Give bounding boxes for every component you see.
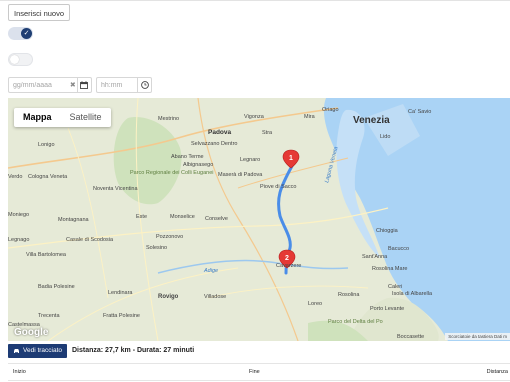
place-label: Abano Terme (171, 154, 204, 160)
place-label: Rosolina Mare (372, 266, 407, 272)
place-label: Loreo (308, 301, 322, 307)
check-icon: ✓ (21, 28, 32, 39)
toggle-switch-on[interactable]: ✓ (8, 27, 33, 40)
place-label: Boccasette (397, 334, 424, 340)
place-label: Padova (208, 129, 232, 136)
column-header-end: Fine (249, 369, 260, 375)
place-label: Adige (203, 268, 218, 274)
place-label: Lendinara (108, 290, 133, 296)
map-attribution[interactable]: Scorciatoie da tastiera Dati m (445, 333, 510, 340)
toggle-knob (10, 55, 19, 64)
place-label: Lido (380, 134, 390, 140)
marker-label: 1 (289, 155, 293, 162)
clear-icon[interactable]: ✖ (69, 81, 77, 89)
place-label: Villa Bartolomea (26, 252, 67, 258)
car-icon (14, 349, 19, 353)
place-label: Cavarzere (276, 263, 301, 269)
place-label: Monselice (170, 214, 195, 220)
place-label: Mira (304, 114, 316, 120)
marker-label: 2 (285, 255, 289, 262)
place-label: Cologna Veneta (28, 174, 68, 180)
place-label: Caleri (388, 284, 402, 290)
place-label: Parco del Delta del Po (328, 319, 383, 325)
place-label: Stra (262, 130, 273, 136)
place-label: Albignasego (183, 162, 213, 168)
place-label: Este (136, 214, 147, 220)
view-route-label: Vedi tracciato (23, 347, 63, 354)
map-type-toggle: Mappa Satellite (14, 108, 111, 127)
place-label: Trecenta (38, 313, 60, 319)
place-label: Pozzonovo (156, 234, 183, 240)
place-label: Casale di Scodosia (66, 237, 114, 243)
place-label: Sant'Anna (362, 254, 388, 260)
place-label: Mestrino (158, 116, 179, 122)
map-canvas: 1 2 Mestrino Vigonza Mira Oriago Venezia… (8, 98, 510, 341)
clock-icon[interactable] (137, 78, 151, 92)
place-label: Venezia (353, 115, 390, 126)
map-view[interactable]: 1 2 Mestrino Vigonza Mira Oriago Venezia… (8, 98, 510, 341)
map-type-map-button[interactable]: Mappa (14, 108, 61, 127)
top-divider (0, 0, 510, 1)
place-label: Chioggia (376, 228, 399, 234)
place-label: Ca' Savio (408, 109, 431, 115)
place-label: Badia Polesine (38, 284, 75, 290)
place-label: Oriago (322, 107, 339, 113)
place-label: Maserà di Padova (218, 172, 263, 178)
place-label: Rovigo (158, 294, 179, 300)
place-label: Noventa Vicentina (93, 186, 138, 192)
toggle-switch-off[interactable] (8, 53, 33, 66)
place-label: Fratta Polesine (103, 313, 140, 319)
column-header-distance: Distanza (486, 369, 508, 375)
place-label: Verdo (8, 174, 22, 180)
place-label: Legnago (8, 237, 29, 243)
google-logo: Google (14, 327, 49, 338)
place-label: Isola di Albarella (392, 291, 433, 297)
place-label: Rosolina (338, 292, 360, 298)
date-input-group: ✖ (8, 77, 92, 93)
place-label: Villadose (204, 294, 226, 300)
place-label: Bacucco (388, 246, 409, 252)
route-summary: Distanza: 27,7 km - Durata: 27 minuti (72, 347, 195, 354)
place-label: Parco Regionale dei Colli Euganei (130, 170, 213, 176)
insert-new-button[interactable]: Inserisci nuovo (8, 4, 71, 21)
date-input[interactable] (9, 79, 69, 91)
time-input[interactable] (97, 79, 137, 91)
place-label: Porto Levante (370, 306, 404, 312)
map-type-satellite-button[interactable]: Satellite (61, 108, 111, 127)
place-label: Conselve (205, 216, 228, 222)
calendar-icon[interactable] (76, 78, 91, 92)
place-label: Legnaro (240, 157, 260, 163)
place-label: Selvazzano Dentro (191, 141, 237, 147)
place-label: Montagnana (58, 217, 90, 223)
place-label: Piove di Sacco (260, 184, 296, 190)
table-header: Inizio Fine Distanza (8, 363, 510, 381)
place-label: Moniego (8, 212, 29, 218)
place-label: Vigonza (244, 114, 265, 120)
column-header-start: Inizio (13, 369, 26, 375)
place-label: Solesino (146, 245, 167, 251)
view-route-button[interactable]: Vedi tracciato (8, 344, 68, 358)
place-label: Lonigo (38, 142, 55, 148)
time-input-group (96, 77, 152, 93)
